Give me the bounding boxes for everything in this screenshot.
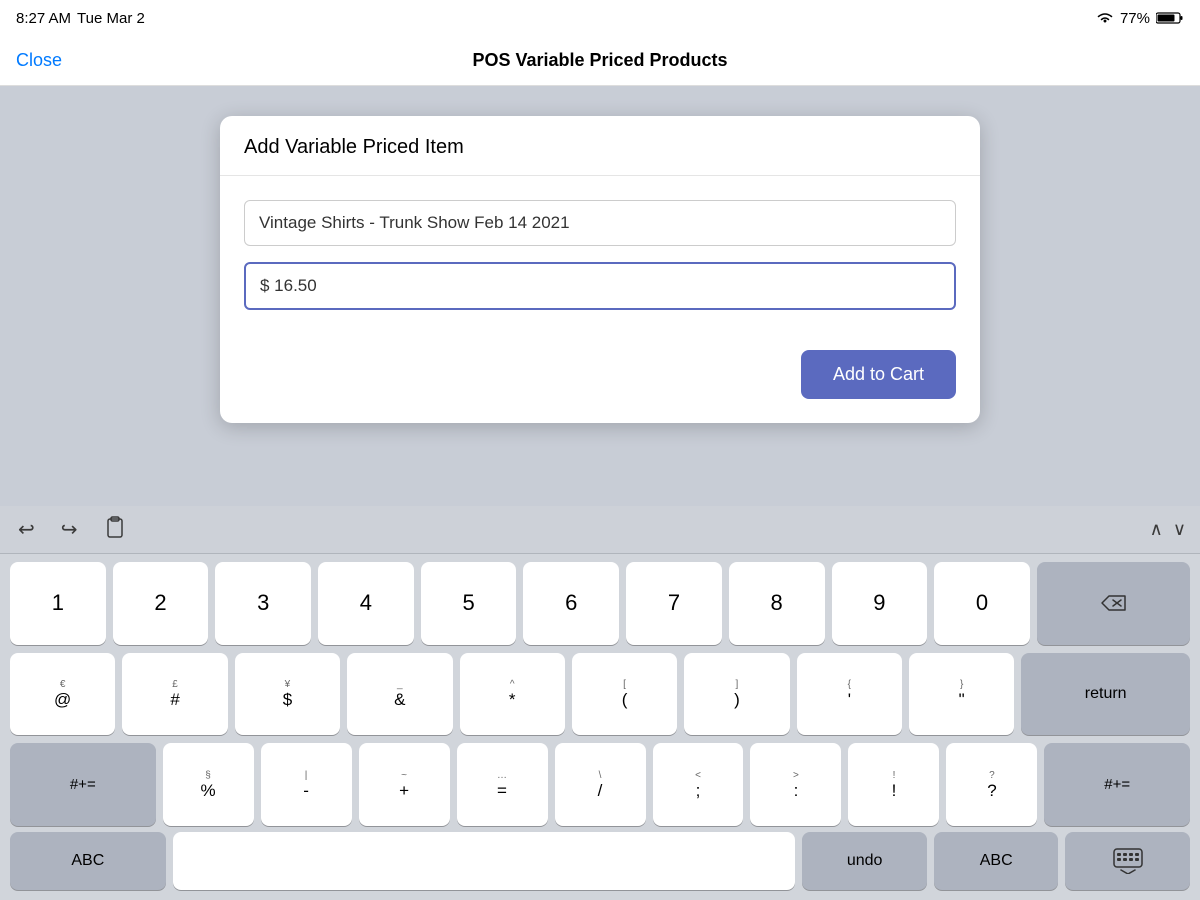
keyboard-area: ↩ ↪ ∧ ∨ 1 2 3 4 5 6 7 8 9 0 (0, 506, 1200, 900)
undo-label: undo (847, 852, 883, 870)
key-return[interactable]: return (1021, 653, 1190, 736)
key-0[interactable]: 0 (934, 562, 1030, 645)
status-left: 8:27 AM Tue Mar 2 (16, 10, 145, 27)
modal-body (220, 176, 980, 334)
time-display: 8:27 AM (16, 10, 71, 27)
key-percent[interactable]: §% (163, 743, 254, 826)
key-slash[interactable]: \/ (555, 743, 646, 826)
redo-button[interactable]: ↪ (57, 513, 82, 546)
paste-button[interactable] (100, 511, 130, 549)
key-keyboard[interactable] (1065, 832, 1190, 890)
key-6[interactable]: 6 (523, 562, 619, 645)
key-7[interactable]: 7 (626, 562, 722, 645)
bottom-row: ABC undo ABC (0, 832, 1200, 900)
toolbar-left: ↩ ↪ (14, 511, 130, 549)
keyboard-toolbar: ↩ ↪ ∧ ∨ (0, 506, 1200, 554)
key-row-symbols2: #+= §% |- ~+ …= \/ <; >: (10, 743, 1190, 826)
key-lparen[interactable]: [( (572, 653, 677, 736)
toolbar-right: ∧ ∨ (1150, 519, 1186, 540)
date-display: Tue Mar 2 (77, 10, 145, 27)
main-area: Add Variable Priced Item Add to Cart (0, 86, 1200, 506)
status-bar: 8:27 AM Tue Mar 2 77% (0, 0, 1200, 36)
battery-icon (1156, 11, 1184, 25)
key-backspace[interactable] (1037, 562, 1190, 645)
key-shift-left[interactable]: #+= (10, 743, 156, 826)
wifi-icon (1096, 11, 1114, 25)
key-dquote[interactable]: }" (909, 653, 1014, 736)
key-semicolon[interactable]: <; (653, 743, 744, 826)
key-minus[interactable]: |- (261, 743, 352, 826)
key-equals[interactable]: …= (457, 743, 548, 826)
key-rparen[interactable]: ]) (684, 653, 789, 736)
key-4[interactable]: 4 (318, 562, 414, 645)
clipboard-icon (104, 515, 126, 539)
key-colon[interactable]: >: (750, 743, 841, 826)
chevron-up-button[interactable]: ∧ (1150, 519, 1163, 540)
add-to-cart-button[interactable]: Add to Cart (801, 350, 956, 399)
close-button[interactable]: Close (16, 50, 62, 71)
key-plus[interactable]: ~+ (359, 743, 450, 826)
key-9[interactable]: 9 (832, 562, 928, 645)
key-3[interactable]: 3 (215, 562, 311, 645)
key-star[interactable]: ^* (460, 653, 565, 736)
battery-display: 77% (1120, 10, 1150, 27)
page-title: POS Variable Priced Products (472, 50, 727, 71)
backspace-icon (1099, 593, 1127, 613)
undo-button[interactable]: ↩ (14, 513, 39, 546)
key-question[interactable]: ?? (946, 743, 1037, 826)
key-5[interactable]: 5 (421, 562, 517, 645)
key-quote[interactable]: {' (797, 653, 902, 736)
chevron-down-button[interactable]: ∨ (1173, 519, 1186, 540)
key-exclaim[interactable]: !! (848, 743, 939, 826)
key-1[interactable]: 1 (10, 562, 106, 645)
keyboard-keys: 1 2 3 4 5 6 7 8 9 0 €@ (0, 554, 1200, 832)
key-2[interactable]: 2 (113, 562, 209, 645)
key-undo[interactable]: undo (802, 832, 927, 890)
key-at[interactable]: €@ (10, 653, 115, 736)
nav-bar: Close POS Variable Priced Products (0, 36, 1200, 86)
keyboard-hide-icon (1113, 848, 1143, 874)
modal-title: Add Variable Priced Item (244, 136, 464, 158)
key-dollar[interactable]: ¥$ (235, 653, 340, 736)
price-input[interactable] (244, 262, 956, 310)
key-amp[interactable]: _& (347, 653, 452, 736)
modal-header: Add Variable Priced Item (220, 116, 980, 176)
key-hash[interactable]: £# (122, 653, 227, 736)
modal-card: Add Variable Priced Item Add to Cart (220, 116, 980, 423)
key-8[interactable]: 8 (729, 562, 825, 645)
modal-footer: Add to Cart (220, 334, 980, 423)
key-row-numbers: 1 2 3 4 5 6 7 8 9 0 (10, 562, 1190, 645)
abc-left-label: ABC (71, 852, 104, 870)
key-row-symbols1: €@ £# ¥$ _& ^* [( ]) {' (10, 653, 1190, 736)
item-name-input[interactable] (244, 200, 956, 246)
key-abc-left[interactable]: ABC (10, 832, 166, 890)
key-space[interactable] (173, 832, 796, 890)
status-right: 77% (1096, 10, 1184, 27)
abc-right-label: ABC (980, 852, 1013, 870)
key-shift-right[interactable]: #+= (1044, 743, 1190, 826)
key-abc-right[interactable]: ABC (934, 832, 1059, 890)
